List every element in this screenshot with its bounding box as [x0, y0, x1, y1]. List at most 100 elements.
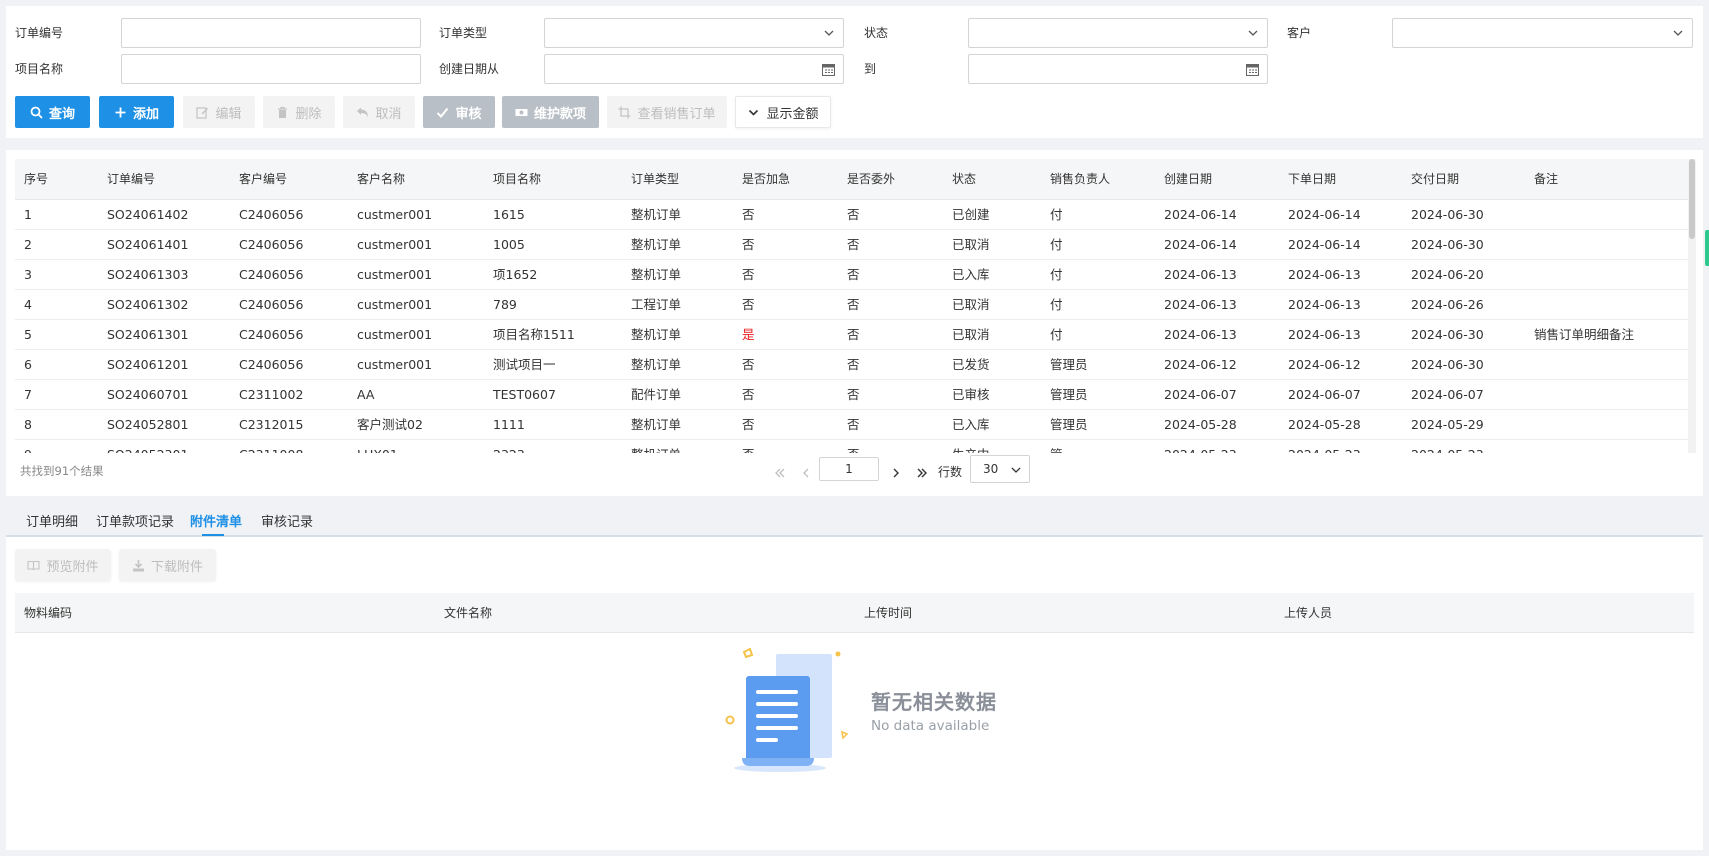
status-select[interactable]: [968, 18, 1268, 48]
cell-customer-name: 客户测试02: [357, 417, 423, 432]
col-project-name[interactable]: 项目名称: [493, 159, 541, 200]
undo-icon: [357, 107, 369, 117]
crop-icon: [618, 106, 631, 118]
approve-button-label: 审核: [455, 106, 482, 122]
col-urgent[interactable]: 是否加急: [742, 159, 790, 200]
cell-created-date: 2024-06-14: [1164, 207, 1237, 222]
page-number-input[interactable]: 1: [819, 457, 879, 481]
calendar-icon[interactable]: [1246, 63, 1259, 76]
chevron-down-icon: [824, 30, 834, 36]
cell-outsourced: 否: [847, 440, 860, 453]
cell-order-type: 整机订单: [631, 267, 682, 282]
check-icon: [437, 107, 449, 118]
scrollbar-thumb[interactable]: [1689, 159, 1695, 239]
cell-index: 9: [24, 440, 32, 453]
order-type-select[interactable]: [544, 18, 844, 48]
last-page-icon[interactable]: [916, 467, 928, 479]
active-tab-indicator: [202, 534, 224, 536]
download-attachment-button[interactable]: 下载附件: [119, 549, 216, 581]
col-order-no[interactable]: 订单编号: [107, 159, 155, 200]
calendar-icon[interactable]: [822, 63, 835, 76]
next-page-icon[interactable]: [890, 467, 902, 479]
col-customer-code[interactable]: 客户编号: [239, 159, 287, 200]
cell-delivery-date: 2024-06-30: [1411, 327, 1484, 342]
preview-attachment-button[interactable]: 预览附件: [15, 549, 111, 581]
cell-sales-owner: 付: [1050, 207, 1063, 222]
cell-urgent: 否: [742, 267, 755, 282]
empty-state-subtitle: No data available: [871, 718, 990, 734]
col-outsourced[interactable]: 是否委外: [847, 159, 895, 200]
cell-customer-name: custmer001: [357, 327, 433, 342]
detail-panel: 订单明细 订单款项记录 附件清单 审核记录 预览附件 下载附件 物料编码 文件名…: [6, 500, 1703, 850]
first-page-icon[interactable]: [774, 467, 786, 479]
edit-button[interactable]: 编辑: [183, 96, 255, 128]
cancel-button[interactable]: 取消: [343, 96, 415, 128]
col-status[interactable]: 状态: [952, 159, 976, 200]
cell-remark: 销售订单明细备注: [1534, 327, 1635, 342]
cell-project-name: 1111: [493, 417, 525, 432]
col-customer-name[interactable]: 客户名称: [357, 159, 405, 200]
cell-customer-code: C2406056: [239, 327, 304, 342]
rows-per-page-select[interactable]: 30: [970, 455, 1030, 483]
col-material-code: 物料编码: [24, 606, 73, 620]
side-drawer-handle[interactable]: [1705, 230, 1709, 266]
chevron-down-icon: [1011, 467, 1021, 473]
table-row[interactable]: 6 SO24061201 C2406056 custmer001 测试项目一 整机订单 否 否…: [15, 350, 1688, 380]
col-created-date[interactable]: 创建日期: [1164, 159, 1212, 200]
customer-select[interactable]: [1392, 18, 1693, 48]
cell-index: 4: [24, 297, 32, 312]
cell-project-name: 2323: [493, 440, 525, 453]
cell-order-no: SO24061402: [107, 207, 189, 222]
tab-approval-records[interactable]: 审核记录: [261, 511, 313, 530]
created-from-date[interactable]: [544, 54, 844, 84]
delete-button[interactable]: 删除: [263, 96, 335, 128]
tab-attachments[interactable]: 附件清单: [190, 511, 242, 530]
table-row[interactable]: 4 SO24061302 C2406056 custmer001 789 工程订单 否 否 已取…: [15, 290, 1688, 320]
cell-created-date: 2024-06-13: [1164, 297, 1237, 312]
cell-project-name: 1615: [493, 207, 525, 222]
maintain-payment-button[interactable]: 维护款项: [502, 96, 599, 128]
view-sales-order-button[interactable]: 查看销售订单: [607, 96, 727, 128]
approve-button[interactable]: 审核: [423, 96, 495, 128]
table-row[interactable]: 1 SO24061402 C2406056 custmer001 1615 整机订单 否 否 已…: [15, 200, 1688, 230]
table-row[interactable]: 3 SO24061303 C2406056 custmer001 项1652 整机订单 否 否…: [15, 260, 1688, 290]
prev-page-icon[interactable]: [800, 467, 812, 479]
table-row[interactable]: 9 SO24052301 C2311008 LHX01 2323 整机订单 否 否 生产中 管 20…: [15, 440, 1688, 453]
tab-order-details[interactable]: 订单明细: [26, 511, 78, 530]
cell-customer-name: custmer001: [357, 237, 433, 252]
cell-sales-owner: 管理员: [1050, 387, 1088, 402]
table-row[interactable]: 7 SO24060701 C2311002 AA TEST0607 配件订单 否 否 已审核 管理…: [15, 380, 1688, 410]
add-button[interactable]: 添加: [99, 96, 174, 128]
cell-created-date: 2024-06-14: [1164, 237, 1237, 252]
created-to-date[interactable]: [968, 54, 1268, 84]
col-sales-owner[interactable]: 销售负责人: [1050, 159, 1110, 200]
cell-project-name: 测试项目一: [493, 357, 556, 372]
search-icon: [30, 106, 43, 119]
col-index[interactable]: 序号: [24, 159, 48, 200]
vertical-scrollbar[interactable]: [1688, 159, 1696, 453]
cell-created-date: 2024-06-12: [1164, 357, 1237, 372]
col-order-date[interactable]: 下单日期: [1288, 159, 1336, 200]
cell-outsourced: 否: [847, 357, 860, 372]
edit-button-label: 编辑: [215, 106, 242, 122]
table-row[interactable]: 5 SO24061301 C2406056 custmer001 项目名称1511 整机订…: [15, 320, 1688, 350]
cell-urgent: 否: [742, 417, 755, 432]
rows-per-page-value: 30: [983, 462, 999, 476]
table-row[interactable]: 2 SO24061401 C2406056 custmer001 1005 整机订单 否 否 已…: [15, 230, 1688, 260]
table-row[interactable]: 8 SO24052801 C2312015 客户测试02 1111 整机订单 否 否 已入库 管理…: [15, 410, 1688, 440]
tab-payment-records[interactable]: 订单款项记录: [96, 511, 174, 530]
cell-order-date: 2024-06-07: [1288, 387, 1361, 402]
cell-index: 6: [24, 357, 32, 372]
cell-order-date: 2024-06-13: [1288, 267, 1361, 282]
cell-sales-owner: 付: [1050, 237, 1063, 252]
cell-index: 5: [24, 327, 32, 342]
query-button[interactable]: 查询: [15, 96, 90, 128]
col-delivery-date[interactable]: 交付日期: [1411, 159, 1459, 200]
cell-status: 已入库: [952, 417, 990, 432]
order-no-input[interactable]: [121, 18, 421, 48]
col-file-name: 文件名称: [444, 606, 493, 620]
show-amount-button[interactable]: 显示金额: [735, 96, 831, 128]
col-order-type[interactable]: 订单类型: [631, 159, 679, 200]
col-remark[interactable]: 备注: [1534, 159, 1558, 200]
project-name-input[interactable]: [121, 54, 421, 84]
